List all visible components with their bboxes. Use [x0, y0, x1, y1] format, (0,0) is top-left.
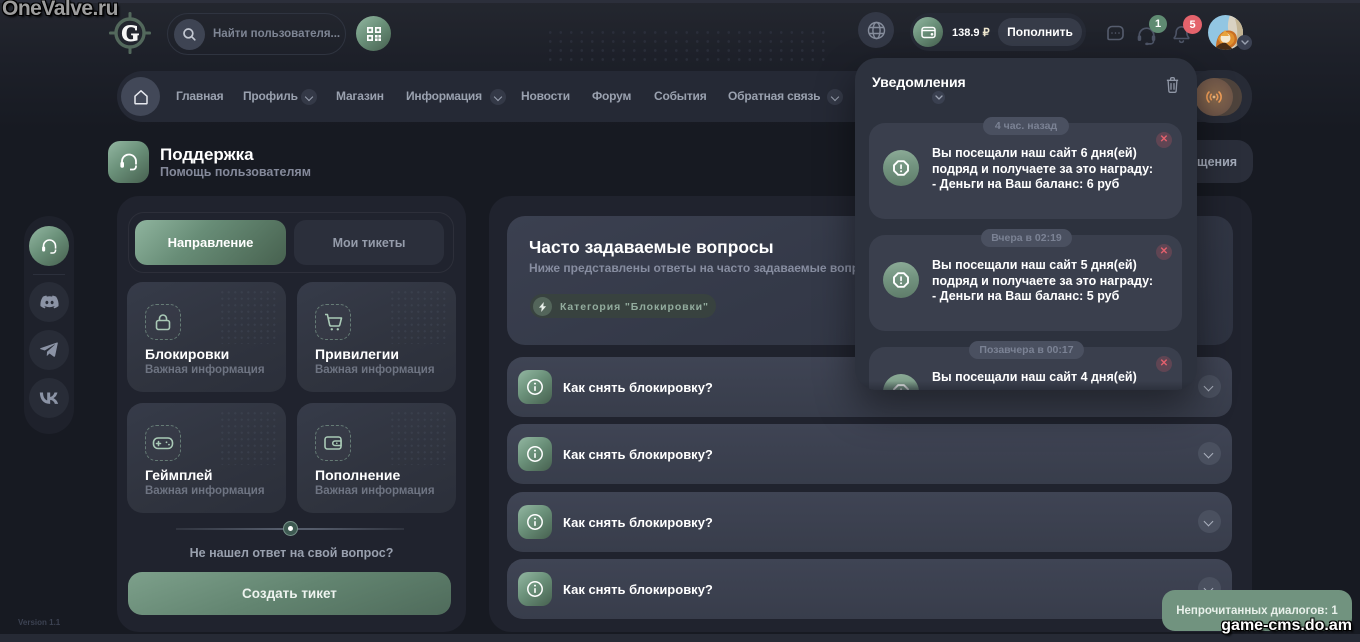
svg-text:G: G [121, 21, 139, 46]
